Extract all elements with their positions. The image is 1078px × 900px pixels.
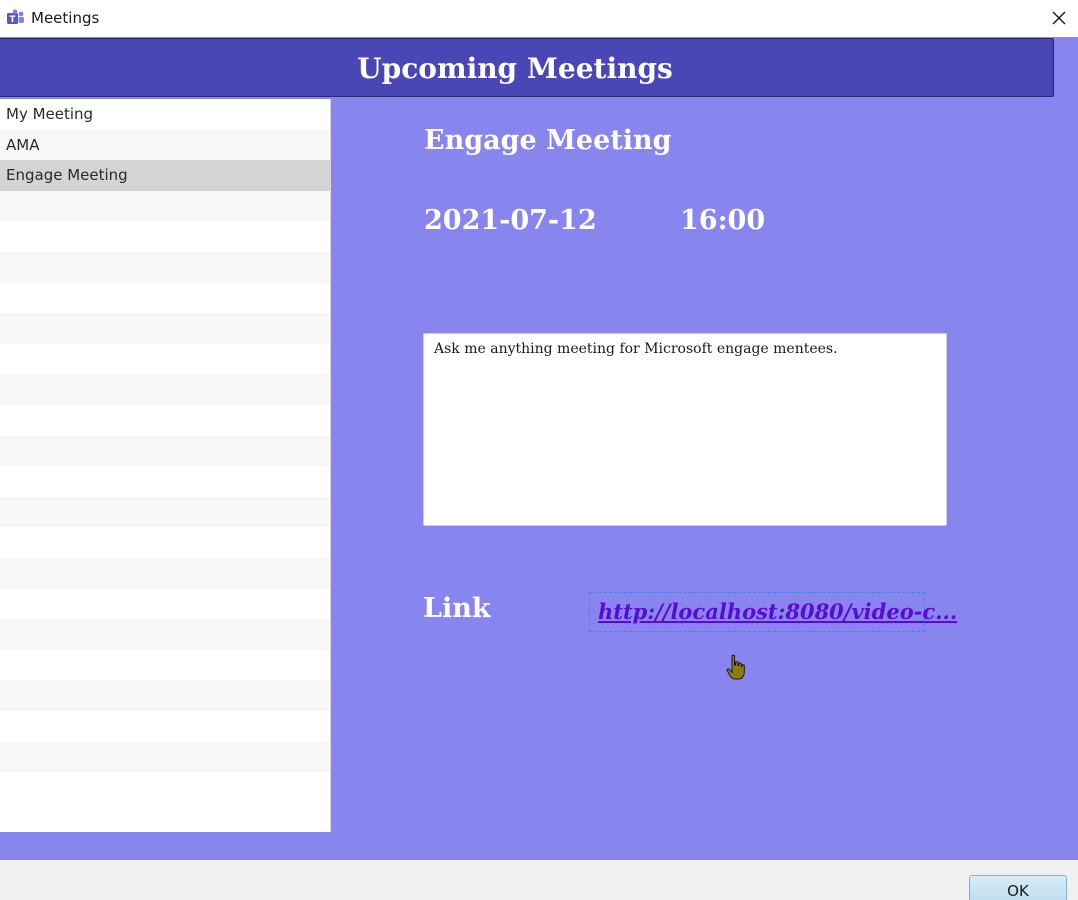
empty-list-row [0, 466, 330, 497]
meeting-time: 16:00 [680, 205, 766, 236]
empty-list-row [0, 435, 330, 467]
window-title: Meetings [31, 9, 100, 27]
page-title: Upcoming Meetings [357, 52, 673, 85]
empty-list-row [0, 650, 330, 681]
empty-list-row [0, 221, 330, 252]
empty-list-row [0, 405, 330, 436]
ok-button[interactable]: OK [969, 875, 1067, 900]
empty-list-row [0, 190, 330, 222]
title-bar: T Meetings [0, 0, 1078, 37]
meetings-window: T Meetings Upcoming Meetings My Meeting … [0, 0, 1078, 900]
empty-list-row [0, 496, 330, 528]
meeting-link[interactable]: http://localhost:8080/video-c... [598, 598, 957, 626]
empty-list-row [0, 772, 330, 803]
empty-list-row [0, 252, 330, 283]
empty-list-row [0, 711, 330, 742]
link-label: Link [423, 593, 491, 624]
empty-list-row [0, 527, 330, 558]
empty-list-row [0, 589, 330, 620]
svg-text:T: T [9, 15, 16, 25]
hand-cursor-icon [726, 654, 746, 682]
close-button[interactable] [1044, 4, 1074, 32]
empty-list-row [0, 680, 330, 711]
header-banner: Upcoming Meetings [0, 38, 1054, 97]
list-item[interactable]: My Meeting [0, 99, 330, 130]
list-item-selected[interactable]: Engage Meeting [0, 160, 330, 191]
empty-list-row [0, 558, 330, 589]
meeting-date: 2021-07-12 [424, 205, 597, 236]
empty-list-row [0, 741, 330, 773]
teams-icon: T [6, 9, 25, 27]
content-panel: Upcoming Meetings My Meeting AMA Engage … [0, 37, 1078, 860]
empty-list-row [0, 283, 330, 314]
empty-list-row [0, 344, 330, 375]
meeting-list[interactable]: My Meeting AMA Engage Meeting [0, 99, 331, 832]
footer-bar: OK [0, 860, 1078, 900]
list-item[interactable]: AMA [0, 129, 330, 161]
meeting-title: Engage Meeting [424, 125, 672, 156]
empty-list-row [0, 374, 330, 405]
close-icon [1044, 11, 1074, 36]
description-textarea[interactable]: Ask me anything meeting for Microsoft en… [423, 333, 947, 526]
empty-list-row [0, 619, 330, 650]
link-focus-box[interactable]: http://localhost:8080/video-c... [589, 592, 957, 632]
empty-list-row [0, 313, 330, 344]
